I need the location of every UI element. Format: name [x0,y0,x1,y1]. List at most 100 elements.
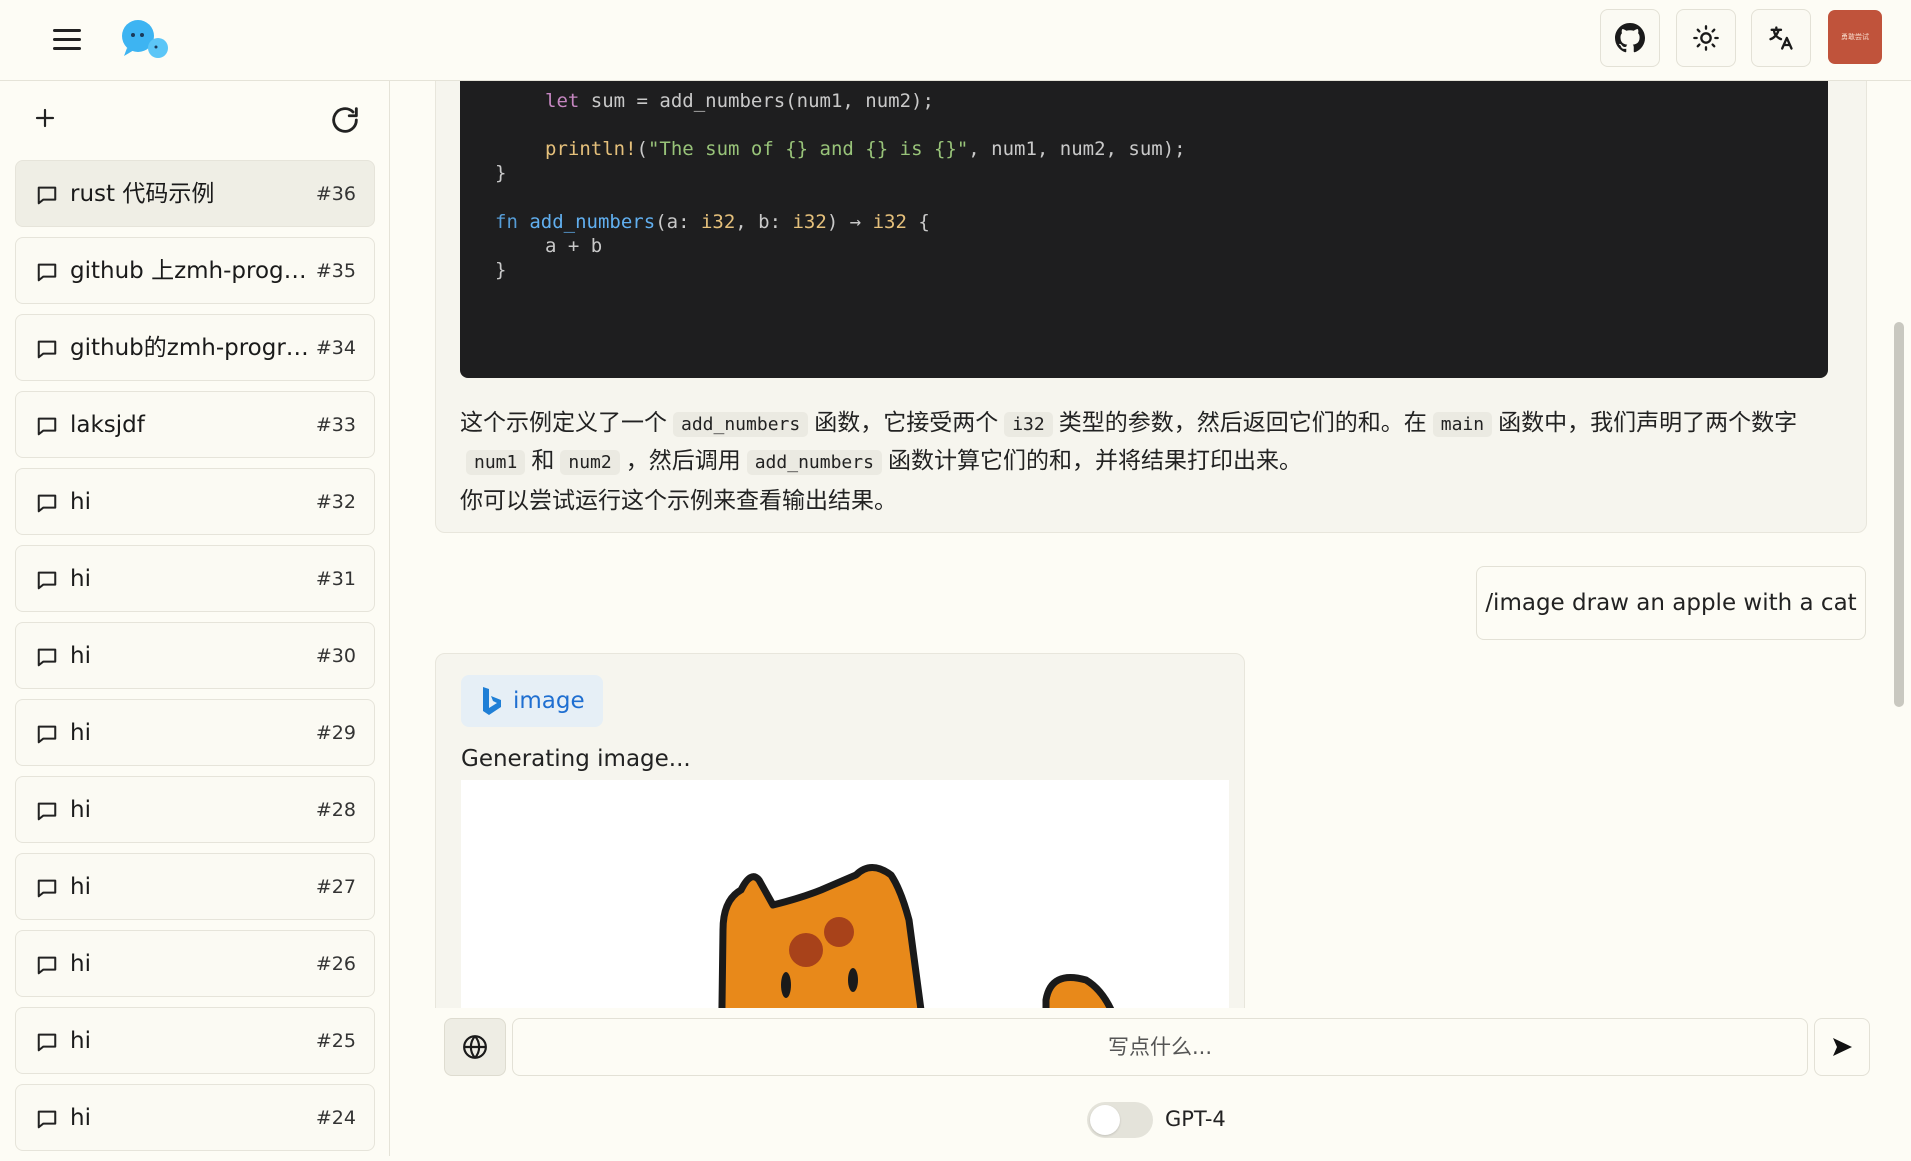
message-square-icon [37,879,57,898]
gpt4-toggle[interactable] [1087,1102,1153,1138]
code-line: let sum = add_numbers(num1, num2); [545,90,934,112]
model-label: GPT-4 [1165,1107,1226,1131]
conversation-item[interactable]: hi #26 [15,930,375,997]
refresh-icon[interactable] [328,103,362,137]
scrollbar-thumb[interactable] [1894,322,1904,707]
conversation-number: #27 [315,876,356,898]
toggle-knob [1090,1105,1120,1135]
message-input[interactable] [512,1018,1808,1076]
conversation-title: rust 代码示例 [70,181,215,207]
message-square-icon [37,802,57,821]
conversation-item[interactable]: hi #25 [15,1007,375,1074]
conversation-title: hi [70,489,91,515]
github-button[interactable] [1600,9,1660,67]
conversation-item[interactable]: hi #28 [15,776,375,843]
message-square-icon [37,494,57,513]
inline-code: num2 [560,450,620,475]
conversation-number: #33 [315,414,356,436]
top-header: 勇敢尝试 [0,0,1911,81]
plugin-label: image [513,688,585,714]
plus-icon[interactable] [30,103,60,133]
inline-code: i32 [1004,412,1053,437]
inline-code: num1 [466,450,526,475]
conversation-item[interactable]: hi #24 [15,1084,375,1151]
inline-code: main [1432,412,1493,437]
conversation-item[interactable]: github 上zmh-program... #35 [15,237,375,304]
image-generation-message: image Generating image... [435,653,1245,1008]
conversation-item[interactable]: hi #31 [15,545,375,612]
message-square-icon [37,648,57,667]
input-area: GPT-4 [390,1008,1911,1156]
conversation-number: #34 [315,337,356,359]
explanation-text: 这个示例定义了一个 add_numbers 函数，它接受两个 i32 类型的参数，然后返… [460,410,1798,475]
conversation-title: github的zmh-program... [70,335,315,361]
conversation-number: #24 [315,1107,356,1129]
conversation-title: hi [70,874,91,900]
chat-bubbles-logo[interactable] [118,18,172,62]
conversation-title: hi [70,951,91,977]
inline-code: add_numbers [746,450,882,475]
translate-icon [1769,26,1793,50]
message-square-icon [37,417,57,436]
conversation-title: hi [70,1028,91,1054]
conversation-number: #30 [315,645,356,667]
code-line: println!("The sum of {} and {} is {}", n… [545,138,1186,160]
conversation-item[interactable]: hi #29 [15,699,375,766]
translate-button[interactable] [1751,9,1811,67]
github-icon [1615,23,1645,53]
code-line: } [495,162,507,184]
conversation-number: #29 [315,722,356,744]
conversation-item[interactable]: hi #30 [15,622,375,689]
generating-status: Generating image... [461,746,691,772]
message-square-icon [37,956,57,975]
conversation-area: let sum = add_numbers(num1, num2); print… [390,81,1911,1008]
conversation-number: #32 [315,491,356,513]
conversation-number: #36 [315,183,356,205]
conversation-title: hi [70,720,91,746]
message-square-icon [37,571,57,590]
message-square-icon [37,340,57,359]
conversation-number: #28 [315,799,356,821]
conversation-number: #31 [315,568,356,590]
code-line: } [495,259,507,281]
user-message: /image draw an apple with a cat [1476,566,1866,640]
plugin-badge[interactable]: image [461,675,603,727]
message-square-icon [37,725,57,744]
sun-icon [1693,25,1719,51]
message-square-icon [37,263,57,282]
conversation-title: laksjdf [70,412,145,438]
conversation-number: #26 [315,953,356,975]
message-square-icon [37,1033,57,1052]
code-block: let sum = add_numbers(num1, num2); print… [460,81,1828,378]
conversation-title: hi [70,643,91,669]
conversation-title: hi [70,797,91,823]
conversation-item[interactable]: github的zmh-program... #34 [15,314,375,381]
send-icon [1833,1038,1852,1056]
web-search-toggle[interactable] [444,1018,506,1076]
bing-icon [483,687,501,715]
conversation-number: #35 [315,260,356,282]
conversation-list: rust 代码示例 #36 github 上zmh-program... #35… [15,160,375,1161]
conversation-title: hi [70,1105,91,1131]
conversation-item[interactable]: rust 代码示例 #36 [15,160,375,227]
code-line: fn add_numbers(a: i32, b: i32) → i32 { [495,211,930,233]
message-square-icon [37,1110,57,1129]
user-avatar[interactable]: 勇敢尝试 [1828,10,1882,64]
conversation-item[interactable]: laksjdf #33 [15,391,375,458]
hamburger-icon[interactable] [50,23,84,57]
globe-icon [463,1035,487,1059]
theme-toggle-button[interactable] [1676,9,1736,67]
conversation-title: github 上zmh-program... [70,258,315,284]
conversation-title: hi [70,566,91,592]
conversation-item[interactable]: hi #32 [15,468,375,535]
message-square-icon [37,186,57,205]
generated-image[interactable] [461,780,1229,1008]
send-button[interactable] [1814,1018,1870,1076]
conversation-number: #25 [315,1030,356,1052]
conversation-item[interactable]: hi #27 [15,853,375,920]
sidebar: rust 代码示例 #36 github 上zmh-program... #35… [0,81,390,1156]
code-line: a + b [545,235,603,257]
avatar-text: 勇敢尝试 [1841,32,1869,41]
inline-code: add_numbers [673,412,809,437]
closing-text: 你可以尝试运行这个示例来查看输出结果。 [460,488,897,514]
